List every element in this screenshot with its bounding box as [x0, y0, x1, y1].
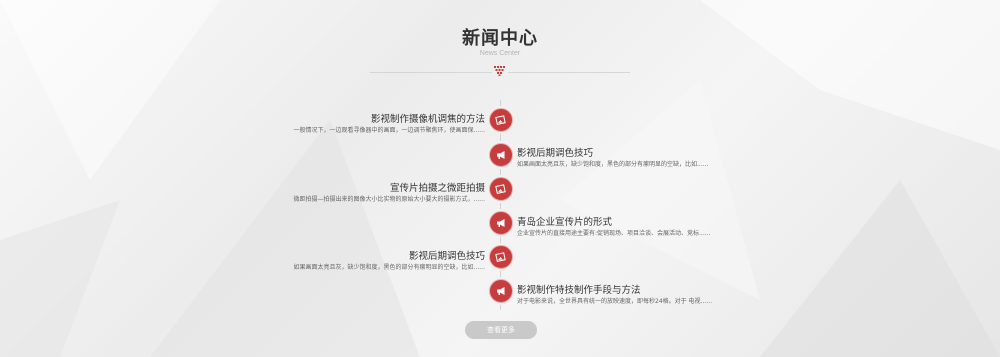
section-title: 新闻中心 [462, 28, 538, 49]
divider-left [370, 72, 492, 73]
photo-icon [489, 108, 513, 132]
news-title[interactable]: 青岛企业宣传片的形式 [517, 214, 612, 228]
news-title[interactable]: 影视制作特技制作手段与方法 [517, 282, 641, 296]
photo-icon [489, 177, 513, 201]
news-desc: 对于电影来说，全世界具有统一的放映速度，即每秒24格。对于 电视...... [517, 298, 712, 305]
megaphone-icon [489, 143, 513, 167]
news-desc: 如果画面太亮且灰，缺少饱和度，黑色的部分有瘰明显的空缺，比如...... [293, 264, 485, 271]
megaphone-icon [489, 211, 513, 235]
divider-right [508, 72, 630, 73]
news-title[interactable]: 宣传片拍摄之微距拍摄 [390, 180, 485, 194]
dots-ornament-icon [494, 66, 505, 76]
news-title[interactable]: 影视后期调色技巧 [409, 248, 485, 262]
view-more-button[interactable]: 查看更多 [465, 321, 537, 339]
news-desc: 一般情况下，一边观看寻像器中的画面，一边调节聚焦环，使画面保...... [293, 127, 485, 134]
news-desc: 微距拍摄—拍摄出来的图像大小比实物的原始大小要大的摄影方式，...... [293, 196, 485, 203]
section-subtitle: News Center [479, 50, 521, 57]
news-title[interactable]: 影视后期调色技巧 [517, 145, 593, 159]
news-desc: 如果画面太亮且灰，缺少饱和度，黑色的部分有瘰明显的空缺，比如...... [517, 161, 709, 168]
megaphone-icon [489, 279, 513, 303]
photo-icon [489, 245, 513, 269]
news-title[interactable]: 影视制作摄像机调焦的方法 [371, 111, 485, 125]
news-desc: 企业宣传片的直接用途主要有:促销现场、项目洽谈、会展活动、竞标...... [517, 230, 711, 237]
